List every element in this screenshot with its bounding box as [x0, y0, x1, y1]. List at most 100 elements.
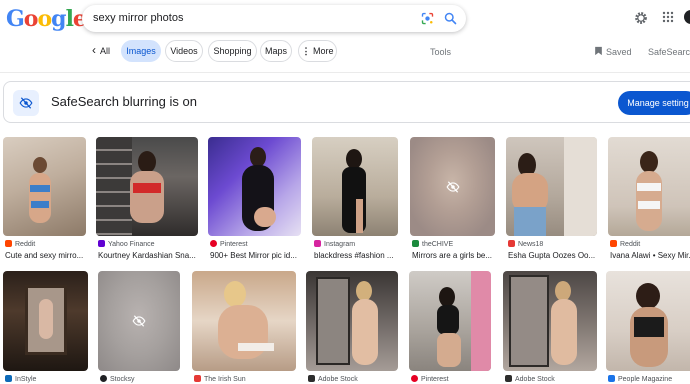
result-caption[interactable]: Cute and sexy mirro... [5, 251, 87, 260]
photo-figure [39, 299, 53, 339]
result-source[interactable]: Stocksy [100, 375, 135, 383]
photo-figure [254, 207, 276, 227]
result-caption[interactable]: 900+ Best Mirror pic id... [210, 251, 302, 260]
more-vert-icon: ⋮ [301, 46, 311, 56]
photo-figure [555, 281, 571, 301]
google-lens-icon[interactable] [420, 11, 435, 26]
image-thumbnail[interactable] [409, 271, 491, 371]
google-logo[interactable]: Google [6, 6, 87, 32]
photo-figure [31, 201, 49, 208]
result-source[interactable]: InStyle [5, 375, 36, 383]
tools-button[interactable]: Tools [430, 47, 451, 57]
instyle-icon [5, 375, 12, 382]
image-thumbnail[interactable] [96, 137, 198, 236]
image-thumbnail[interactable] [506, 137, 597, 236]
news18-icon [508, 240, 515, 247]
photo-figure [636, 283, 660, 309]
safesearch-banner: SafeSearch blurring is on Manage setting [3, 81, 690, 123]
logo-letter: l [65, 6, 74, 32]
image-thumbnail[interactable] [606, 271, 690, 371]
photo-figure [133, 183, 161, 193]
photo-figure [138, 151, 156, 173]
result-caption[interactable]: blackdress #fashion ... [314, 251, 400, 260]
photo-figure [130, 171, 164, 223]
pinterest-icon [411, 375, 418, 382]
source-label: Reddit [15, 241, 36, 248]
result-source[interactable]: Reddit [5, 240, 35, 248]
saved-link[interactable]: Saved [606, 47, 632, 57]
result-source[interactable]: Pinterest [210, 240, 248, 248]
source-label: theCHIVE [422, 241, 454, 248]
eye-off-icon [445, 180, 460, 193]
account-avatar[interactable] [684, 10, 690, 24]
result-caption[interactable]: Mirrors are a girls be... [412, 251, 496, 260]
tab-shopping[interactable]: Shopping [208, 40, 257, 62]
result-source[interactable]: Adobe Stock [505, 375, 555, 383]
photo-figure [640, 151, 658, 173]
irish-sun-icon [194, 375, 201, 382]
result-caption[interactable]: Kourtney Kardashian Sna... [98, 251, 198, 260]
result-source[interactable]: Reddit [610, 240, 640, 248]
photo-figure [33, 157, 47, 173]
eye-off-icon [19, 97, 33, 109]
photo-figure [250, 147, 266, 167]
blurred-image-thumbnail[interactable] [410, 137, 495, 236]
image-thumbnail[interactable] [503, 271, 597, 371]
header-divider [0, 72, 690, 73]
image-thumbnail[interactable] [192, 271, 296, 371]
result-source[interactable]: Instagram [314, 240, 355, 248]
tab-maps[interactable]: Maps [260, 40, 292, 62]
tab-more[interactable]: ⋮ More [298, 40, 337, 62]
result-source[interactable]: The Irish Sun [194, 375, 246, 383]
image-thumbnail[interactable] [608, 137, 690, 236]
photo-wall [564, 137, 597, 236]
adobe-stock-icon [505, 375, 512, 382]
image-thumbnail[interactable] [306, 271, 398, 371]
image-thumbnail[interactable] [3, 137, 86, 236]
source-label: Stocksy [110, 376, 135, 383]
stocksy-icon [100, 375, 107, 382]
photo-figure [29, 173, 51, 223]
image-thumbnail[interactable] [312, 137, 398, 236]
source-label: Instagram [324, 241, 356, 248]
result-source[interactable]: Pinterest [411, 375, 449, 383]
result-source[interactable]: People Magazine [608, 375, 672, 383]
blurred-image-thumbnail[interactable] [98, 271, 180, 371]
tab-images[interactable]: Images [121, 40, 161, 62]
safesearch-link[interactable]: SafeSearch [648, 47, 690, 57]
result-source[interactable]: Yahoo Finance [98, 240, 155, 248]
logo-letter: o [23, 6, 39, 32]
tab-videos[interactable]: Videos [165, 40, 203, 62]
photo-figure [439, 287, 455, 307]
tab-all[interactable]: ‹ All [86, 40, 116, 62]
photo-figure [224, 281, 246, 307]
photo-figure [630, 307, 668, 367]
result-caption[interactable]: Ivana Alawi • Sexy Mir... [610, 251, 690, 260]
photo-figure [637, 183, 661, 191]
photo-figure [551, 299, 577, 365]
photo-figure [437, 305, 459, 335]
logo-letter: g [51, 6, 66, 32]
search-icon[interactable] [443, 11, 458, 26]
result-source[interactable]: Adobe Stock [308, 375, 358, 383]
photo-figure [238, 343, 274, 351]
search-box[interactable]: sexy mirror photos [82, 5, 466, 32]
manage-setting-button[interactable]: Manage setting [618, 91, 690, 115]
saved-bookmark-icon [595, 46, 602, 56]
photo-figure [356, 281, 372, 301]
google-apps-icon[interactable] [662, 11, 674, 23]
result-source[interactable]: News18 [508, 240, 543, 248]
source-label: Yahoo Finance [108, 241, 155, 248]
photo-mirror [509, 275, 549, 367]
photo-figure [346, 149, 362, 169]
settings-gear-icon[interactable] [634, 11, 648, 25]
search-input[interactable]: sexy mirror photos [93, 12, 183, 24]
image-thumbnail[interactable] [208, 137, 301, 236]
tab-images-label: Images [126, 46, 156, 56]
result-source[interactable]: theCHIVE [412, 240, 453, 248]
image-thumbnail[interactable] [3, 271, 88, 371]
safesearch-title: SafeSearch blurring is on [51, 94, 197, 109]
result-caption[interactable]: Esha Gupta Oozes Oo... [508, 251, 598, 260]
search-tabs: ‹ All Images Videos Shopping Maps ⋮ More [0, 40, 690, 64]
photo-figure [30, 185, 50, 192]
